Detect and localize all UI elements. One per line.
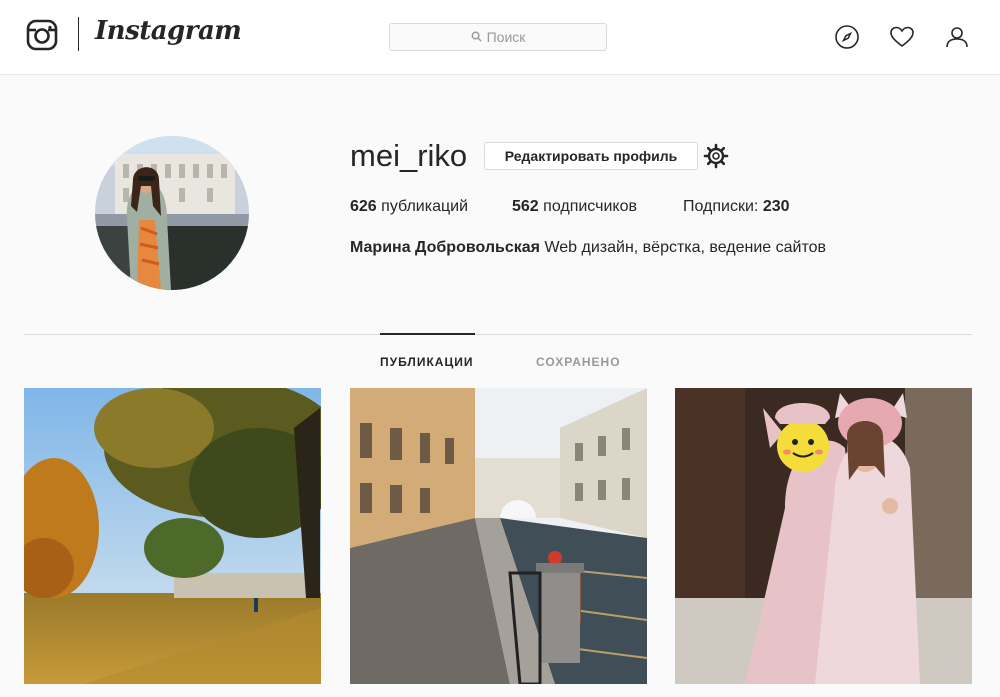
heart-icon[interactable] (889, 24, 915, 50)
active-tab-indicator (380, 333, 475, 335)
tab-posts[interactable]: ПУБЛИКАЦИИ (380, 355, 473, 369)
avatar[interactable] (95, 136, 249, 290)
post-thumbnail[interactable] (24, 388, 321, 684)
profile-username: mei_riko (350, 138, 468, 173)
following-label: Подписки: (683, 198, 759, 215)
profile-bio: Марина Добровольская Web дизайн, вёрстка… (350, 239, 826, 257)
compass-icon[interactable] (834, 24, 860, 50)
search-placeholder: Поиск (486, 29, 526, 45)
user-icon[interactable] (944, 24, 970, 50)
post-thumbnail[interactable] (350, 388, 647, 684)
posts-count: 626 (350, 198, 377, 215)
gear-icon[interactable] (703, 143, 729, 169)
followers-label: подписчиков (543, 198, 637, 215)
stat-followers[interactable]: 562 подписчиков (512, 198, 637, 216)
tab-saved[interactable]: СОХРАНЕНО (536, 355, 621, 369)
stat-posts: 626 публикаций (350, 198, 468, 216)
tabs-divider (24, 334, 972, 335)
search-icon (471, 29, 482, 45)
post-thumbnail[interactable] (675, 388, 972, 684)
logo-divider (78, 17, 79, 51)
search-input[interactable]: Поиск (389, 23, 607, 51)
instagram-wordmark[interactable]: Instagram (95, 16, 242, 46)
instagram-logo-icon[interactable] (26, 19, 58, 51)
stat-following[interactable]: Подписки: 230 (683, 198, 790, 216)
top-nav-bar: Instagram Поиск (0, 0, 1000, 75)
profile-full-name: Марина Добровольская (350, 239, 540, 256)
posts-label: публикаций (381, 198, 469, 215)
profile-bio-text: Web дизайн, вёрстка, ведение сайтов (544, 239, 827, 256)
followers-count: 562 (512, 198, 539, 215)
following-count: 230 (762, 198, 790, 215)
edit-profile-button[interactable]: Редактировать профиль (484, 142, 698, 170)
